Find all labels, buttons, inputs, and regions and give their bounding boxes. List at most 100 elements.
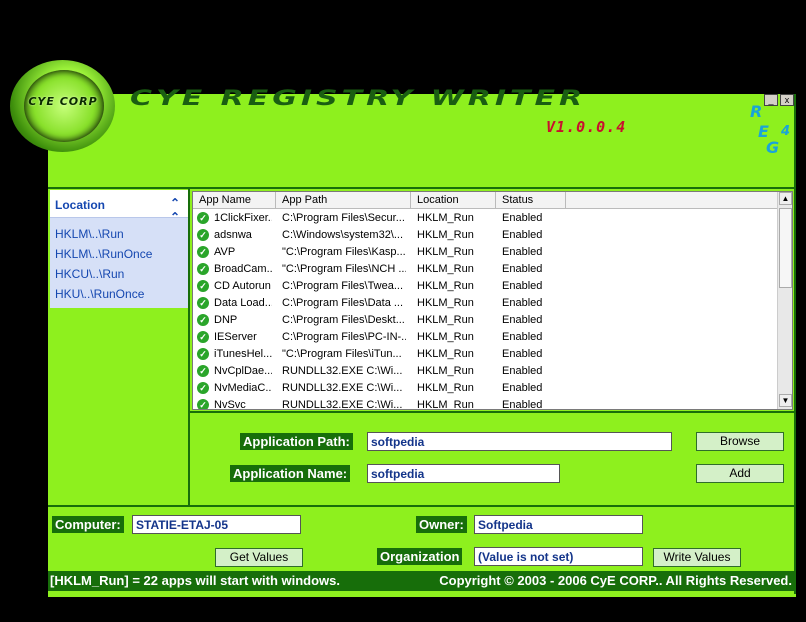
table-row[interactable]: ✓ NvMediaC... RUNDLL32.EXE C:\Wi... HKLM_Ru… (193, 380, 777, 397)
owner-field[interactable]: Softpedia (474, 515, 643, 534)
enabled-check-icon: ✓ (197, 399, 209, 409)
location-item-hklm-runonce[interactable]: HKLM\..\RunOnce (55, 247, 152, 261)
column-header-location[interactable]: Location (417, 194, 459, 206)
table-scrollbar[interactable]: ▲ ▼ (777, 192, 792, 409)
scroll-thumb[interactable] (779, 208, 792, 288)
enabled-check-icon: ✓ (197, 246, 209, 258)
table-row[interactable]: ✓ DNP C:\Program Files\Deskt... HKLM_Run Ena… (193, 312, 777, 329)
cell-app-name: AVP (214, 246, 236, 258)
application-path-label: Application Path: (240, 433, 353, 450)
cell-app-name: DNP (214, 314, 238, 326)
table-row[interactable]: ✓ AVP "C:\Program Files\Kasp... HKLM_Run Ena… (193, 244, 777, 261)
scroll-up-arrow-icon[interactable]: ▲ (779, 192, 792, 205)
cell-app-path: C:\Program Files\Twea... (282, 280, 404, 292)
reg-letter-g: G (766, 138, 780, 157)
reg-number: 4 (781, 124, 791, 139)
cell-location: HKLM_Run (417, 382, 474, 394)
computer-label: Computer: (52, 516, 124, 533)
header-divider (48, 187, 796, 189)
table-row[interactable]: ✓ IEServer C:\Program Files\PC-IN-... HKLM_… (193, 329, 777, 346)
column-header-status[interactable]: Status (502, 194, 533, 206)
cell-status: Enabled (502, 348, 543, 360)
cell-location: HKLM_Run (417, 365, 474, 377)
location-panel-header[interactable]: Location ⌃ ⌃ (50, 190, 188, 224)
logo-text: CYE CORP (28, 95, 98, 108)
enabled-check-icon: ✓ (197, 229, 209, 241)
table-row[interactable]: ✓ CD Autorun C:\Program Files\Twea... HKLM_… (193, 278, 777, 295)
cell-status: Enabled (502, 229, 543, 241)
cell-location: HKLM_Run (417, 263, 474, 275)
form-divider (48, 505, 796, 507)
table-row[interactable]: ✓ Data Load... C:\Program Files\Data ... HK… (193, 295, 777, 312)
cell-app-name: adsnwa (214, 229, 252, 241)
scroll-down-arrow-icon[interactable]: ▼ (779, 394, 792, 407)
table-row[interactable]: ✓ iTunesHel... "C:\Program Files\iTun... HK… (193, 346, 777, 363)
enabled-check-icon: ✓ (197, 331, 209, 343)
browse-button[interactable]: Browse (696, 432, 784, 451)
organization-field[interactable]: (Value is not set) (474, 547, 643, 566)
app-title: CYE REGISTRY WRITER (130, 86, 587, 111)
cell-app-name: CD Autorun (214, 280, 271, 292)
column-header-app-path[interactable]: App Path (282, 194, 327, 206)
cell-app-path: "C:\Program Files\Kasp... (282, 246, 406, 258)
table-row[interactable]: ✓ NvCplDae... RUNDLL32.EXE C:\Wi... HKLM_Ru… (193, 363, 777, 380)
cell-location: HKLM_Run (417, 229, 474, 241)
cell-location: HKLM_Run (417, 212, 474, 224)
location-panel: Location ⌃ ⌃ HKLM\..\Run HKLM\..\RunOnce … (50, 190, 188, 308)
organization-label: Organization (377, 548, 463, 565)
application-name-input[interactable]: softpedia (367, 464, 560, 483)
cell-status: Enabled (502, 263, 543, 275)
table-row[interactable]: ✓ NvSvc RUNDLL32.EXE C:\Wi... HKLM_Run Enabl… (193, 397, 777, 410)
table-row[interactable]: ✓ adsnwa C:\Windows\system32\... HKLM_Run En… (193, 227, 777, 244)
status-app-count: [HKLM_Run] = 22 apps will start with win… (50, 573, 340, 588)
right-border (794, 94, 796, 594)
table-divider (188, 411, 796, 413)
enabled-check-icon: ✓ (197, 280, 209, 292)
cell-location: HKLM_Run (417, 331, 474, 343)
enabled-check-icon: ✓ (197, 212, 209, 224)
enabled-check-icon: ✓ (197, 263, 209, 275)
get-values-button[interactable]: Get Values (215, 548, 303, 567)
cell-app-path: RUNDLL32.EXE C:\Wi... (282, 382, 403, 394)
cell-location: HKLM_Run (417, 280, 474, 292)
table-row[interactable]: ✓ 1ClickFixer... C:\Program Files\Secur...… (193, 210, 777, 227)
cell-location: HKLM_Run (417, 399, 474, 410)
cell-app-path: C:\Program Files\Secur... (282, 212, 405, 224)
application-path-input[interactable]: softpedia (367, 432, 672, 451)
enabled-check-icon: ✓ (197, 314, 209, 326)
write-values-button[interactable]: Write Values (653, 548, 741, 567)
location-item-hklm-run[interactable]: HKLM\..\Run (55, 227, 124, 241)
cell-app-name: NvSvc (214, 399, 246, 410)
sidebar-divider (188, 187, 190, 507)
cell-app-path: RUNDLL32.EXE C:\Wi... (282, 399, 403, 410)
minimize-button[interactable]: _ (764, 94, 778, 106)
cell-app-path: C:\Program Files\Deskt... (282, 314, 405, 326)
cell-status: Enabled (502, 314, 543, 326)
cell-app-path: "C:\Program Files\NCH ... (282, 263, 406, 275)
cell-app-name: 1ClickFixer... (214, 212, 272, 224)
close-button[interactable]: x (780, 94, 794, 106)
cell-status: Enabled (502, 399, 543, 410)
table-row[interactable]: ✓ BroadCam... "C:\Program Files\NCH ... HKL… (193, 261, 777, 278)
enabled-check-icon: ✓ (197, 365, 209, 377)
computer-field[interactable]: STATIE-ETAJ-05 (132, 515, 301, 534)
cell-app-name: NvMediaC... (214, 382, 272, 394)
collapse-chevron-icon[interactable]: ⌃ ⌃ (170, 196, 180, 224)
cell-status: Enabled (502, 297, 543, 309)
add-button[interactable]: Add (696, 464, 784, 483)
location-panel-title: Location (55, 198, 105, 212)
cell-app-name: NvCplDae... (214, 365, 272, 377)
location-item-hkcu-run[interactable]: HKCU\..\Run (55, 267, 124, 281)
enabled-check-icon: ✓ (197, 297, 209, 309)
table-header: App Name App Path Location Status (193, 192, 777, 209)
cye-logo: CYE CORP (10, 60, 115, 152)
cell-location: HKLM_Run (417, 314, 474, 326)
location-item-hku-runonce[interactable]: HKU\..\RunOnce (55, 287, 144, 301)
cell-app-name: Data Load... (214, 297, 272, 309)
cell-location: HKLM_Run (417, 348, 474, 360)
status-bar: [HKLM_Run] = 22 apps will start with win… (48, 571, 796, 591)
cell-location: HKLM_Run (417, 246, 474, 258)
cell-app-name: BroadCam... (214, 263, 272, 275)
startup-apps-table[interactable]: App Name App Path Location Status ✓ 1Clic… (192, 191, 793, 410)
column-header-app-name[interactable]: App Name (199, 194, 251, 206)
